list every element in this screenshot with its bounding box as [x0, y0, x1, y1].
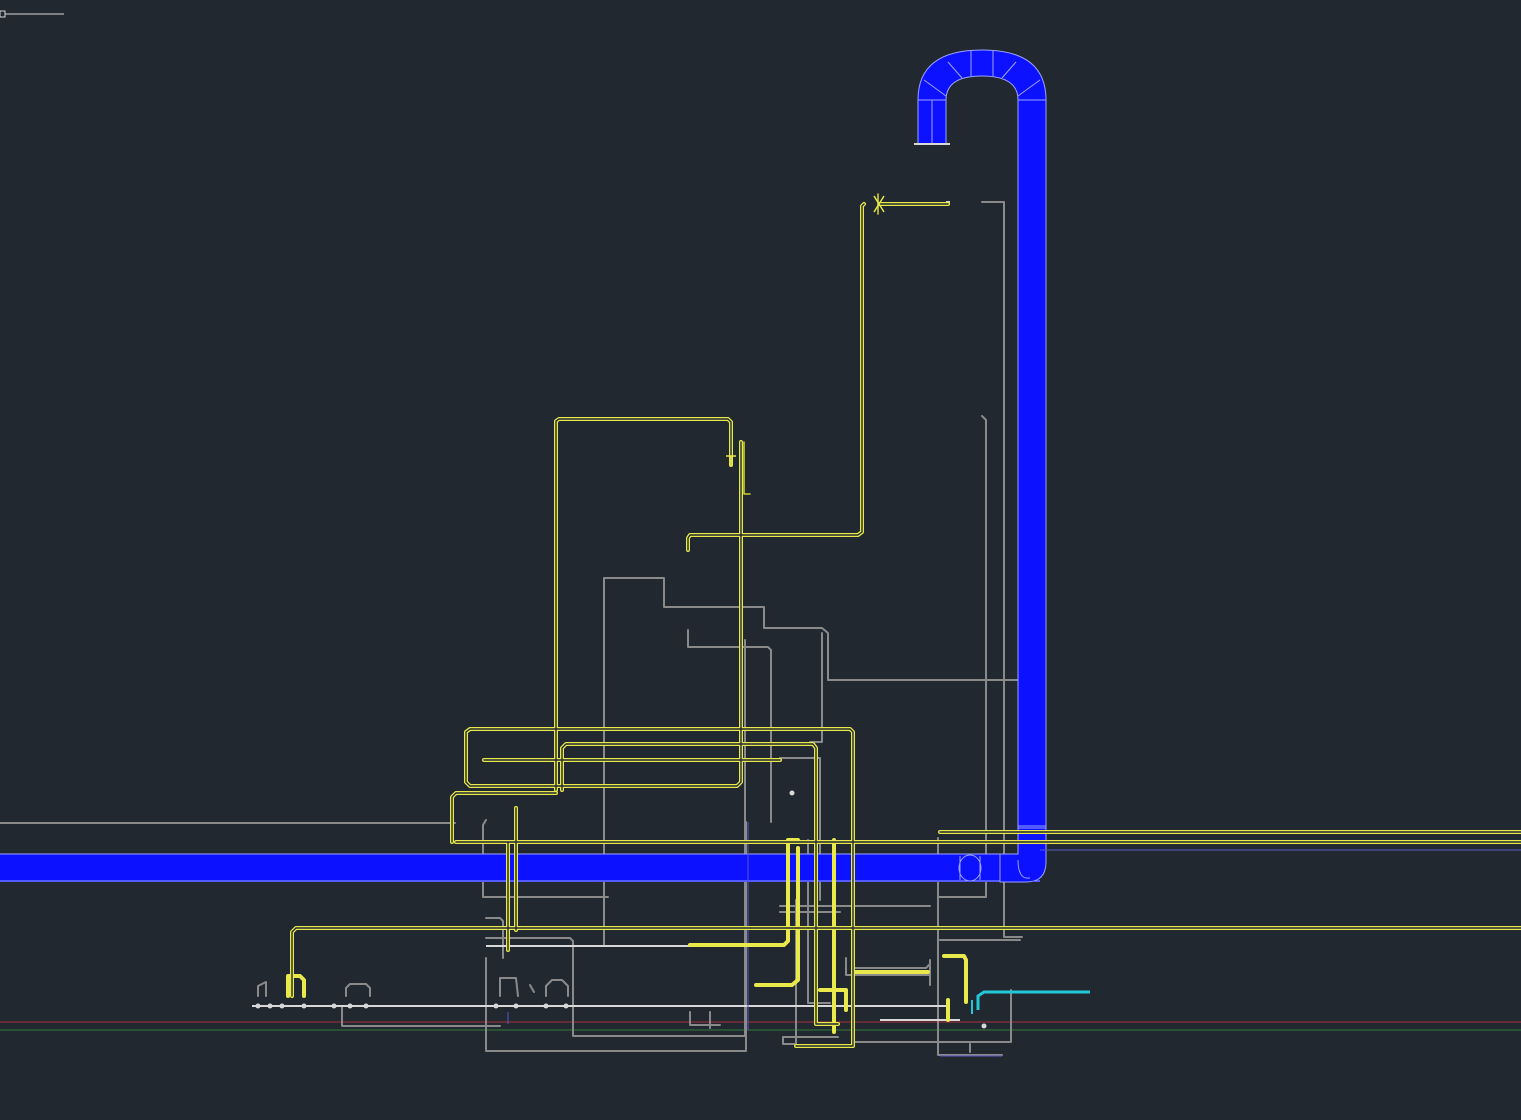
valve-icon: [543, 1003, 549, 1009]
duct-bottom-elbow: [999, 825, 1047, 883]
check-valve-icon: [726, 455, 736, 466]
grey-pipe-lower-3: [485, 937, 746, 1037]
valve-icon: [255, 1003, 261, 1009]
grey-pipe-stub: [529, 984, 535, 993]
duct-gooseneck: [917, 49, 1047, 101]
yellow-pipe-long-lower: [290, 926, 1521, 998]
grey-pipe-hook-4: [499, 977, 519, 997]
valve-icon: [301, 1003, 307, 1009]
grey-pipe-right-bottom-2: [852, 989, 1012, 1043]
grey-pipe-mini-2: [853, 963, 931, 969]
yellow-pipe-network: [286, 193, 1521, 1048]
duct-vertical-riser: [1018, 100, 1046, 860]
grey-pipe-drop-1: [809, 632, 823, 743]
valve-icon: [789, 790, 795, 796]
valve-icon: [981, 1023, 987, 1029]
valve-icon: [279, 1003, 285, 1009]
fixture-valve-markers: [255, 790, 987, 1029]
cyan-pipe: [971, 990, 1090, 1014]
yellow-pipe-loop-c: [450, 791, 558, 844]
blue-duct-system: [0, 49, 1047, 883]
valve-icon: [331, 1003, 337, 1009]
valve-icon: [493, 1003, 499, 1009]
duct-horizontal-main: [0, 854, 1040, 882]
grey-pipe-right-riser: [981, 201, 1023, 938]
valve-icon: [513, 1003, 519, 1009]
grey-pipe-branch: [687, 629, 772, 823]
grey-pipe-hook-3: [545, 979, 569, 997]
yellow-pipe-right-2: [942, 954, 968, 1004]
grey-pipe-hook-2: [345, 983, 371, 997]
valve-icon: [267, 1003, 273, 1009]
grey-pipe-hook-1: [257, 981, 267, 997]
yellow-pipe-tall-loop: [554, 417, 733, 792]
cad-model-space[interactable]: [0, 0, 1521, 1120]
valve-icon: [363, 1003, 369, 1009]
valve-icon: [563, 1003, 569, 1009]
grey-pipe-lower-run: [341, 1005, 501, 1027]
grey-pipe-floor-1: [689, 1011, 721, 1026]
grey-pipe-right-riser-2: [937, 415, 987, 898]
valve-icon: [347, 1003, 353, 1009]
yellow-pipe-top-riser-2: [686, 202, 866, 552]
ucs-icon: [0, 10, 64, 18]
cyan-pipe-run: [976, 990, 1090, 1010]
